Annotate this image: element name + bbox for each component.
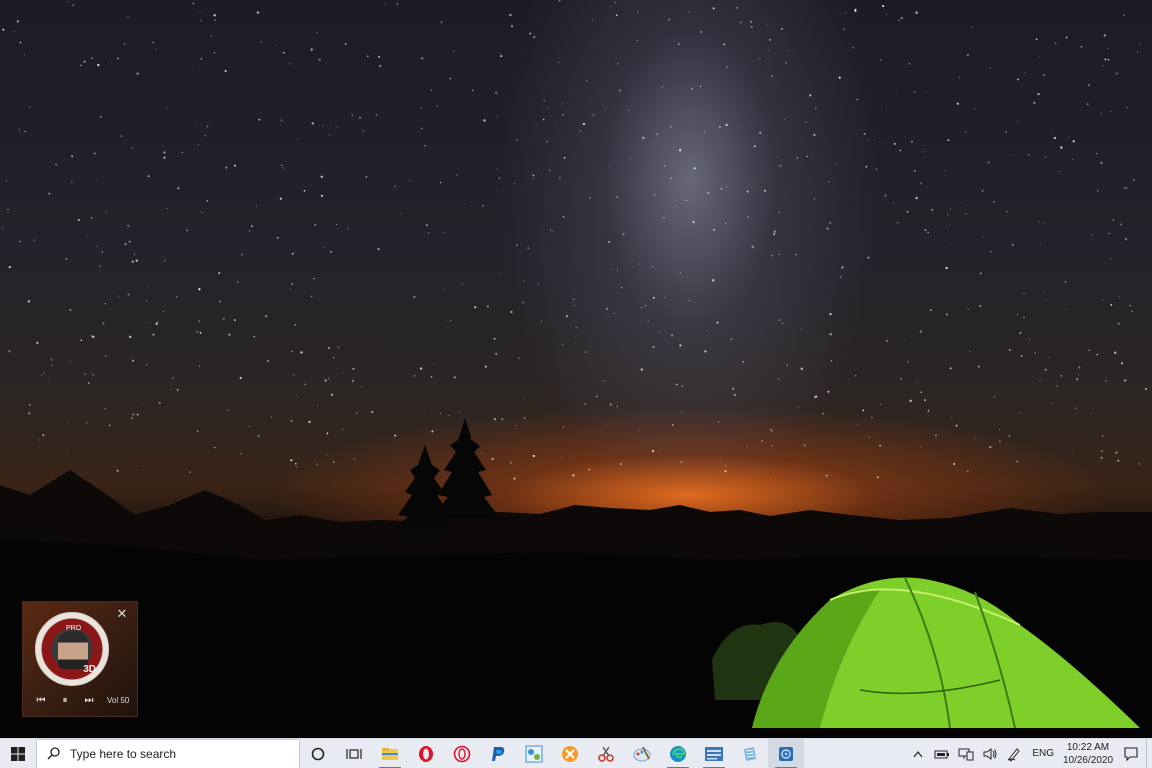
- opera-icon: [419, 745, 433, 762]
- show-desktop-button[interactable]: [1146, 738, 1152, 768]
- next-track-icon[interactable]: ⏭: [77, 695, 101, 706]
- chevron-up-icon: [913, 750, 923, 757]
- task-view-icon: [346, 748, 362, 759]
- close-icon[interactable]: ✕: [115, 607, 129, 621]
- paypal-button[interactable]: [480, 739, 516, 768]
- file-explorer-button[interactable]: [372, 739, 408, 768]
- network-button[interactable]: [954, 739, 978, 768]
- paint-icon: [633, 746, 651, 761]
- opera-button[interactable]: [408, 739, 444, 768]
- system-tray: ENG 10:22 AM 10/26/2020: [906, 738, 1152, 768]
- network-icon: [958, 748, 974, 760]
- pause-icon[interactable]: ⏸: [53, 695, 77, 706]
- taskbar: Type here to search ENG 10:22 AM 10/26/2…: [0, 738, 1152, 768]
- notes-icon: [744, 746, 756, 761]
- media-player-widget: ✕ PRO 3D ⏮ ⏸ ⏭ Vol 50: [22, 601, 138, 717]
- task-view-button[interactable]: [336, 739, 372, 768]
- windows-logo-icon: [11, 746, 25, 761]
- xampp-button[interactable]: [552, 739, 588, 768]
- paint-button[interactable]: [624, 739, 660, 768]
- file-explorer-icon: [382, 747, 398, 760]
- notification-icon: [1124, 746, 1138, 761]
- desktop-wallpaper: [0, 0, 1152, 738]
- battery-button[interactable]: [930, 739, 954, 768]
- lit-tent: [712, 577, 1140, 729]
- clock[interactable]: 10:22 AM 10/26/2020: [1060, 741, 1116, 767]
- media-app-button[interactable]: [696, 739, 732, 768]
- album-label: PRO: [66, 625, 82, 632]
- notes-button[interactable]: [732, 739, 768, 768]
- music-player-button[interactable]: [768, 738, 804, 768]
- volume-button[interactable]: [978, 739, 1002, 768]
- search-icon: [47, 747, 60, 760]
- pen-workspace-button[interactable]: [1002, 739, 1026, 768]
- search-placeholder: Type here to search: [70, 746, 177, 761]
- action-center-button[interactable]: [1116, 739, 1146, 768]
- control-panel-button[interactable]: [516, 739, 552, 768]
- music-player-icon: [779, 746, 793, 761]
- cortana-icon: [311, 747, 325, 760]
- battery-icon: [934, 750, 950, 758]
- snipping-tool-button[interactable]: [588, 739, 624, 768]
- start-button[interactable]: [0, 739, 36, 768]
- paypal-icon: [492, 746, 505, 761]
- album-art: PRO 3D: [35, 612, 109, 686]
- clock-time: 10:22 AM: [1066, 741, 1110, 753]
- media-app-icon: [705, 746, 723, 761]
- edge-icon: [670, 745, 686, 762]
- control-panel-icon: [525, 745, 543, 762]
- input-language-indicator[interactable]: ENG: [1026, 748, 1060, 759]
- taskbar-search-box[interactable]: Type here to search: [36, 738, 300, 768]
- pen-icon: [1008, 747, 1020, 762]
- show-hidden-icons-button[interactable]: [906, 739, 930, 768]
- opera-gx-button[interactable]: [444, 739, 480, 768]
- clock-date: 10/26/2020: [1062, 754, 1114, 766]
- cortana-button[interactable]: [300, 739, 336, 768]
- speaker-icon: [983, 747, 997, 760]
- album-badge: 3D: [83, 664, 96, 675]
- media-controls: ⏮ ⏸ ⏭ Vol 50: [29, 693, 133, 707]
- previous-track-icon[interactable]: ⏮: [29, 695, 53, 706]
- edge-button[interactable]: [660, 739, 696, 768]
- volume-label[interactable]: Vol 50: [107, 696, 129, 705]
- snipping-tool-icon: [598, 746, 614, 762]
- xampp-icon: [562, 745, 578, 762]
- opera-gx-icon: [453, 745, 471, 762]
